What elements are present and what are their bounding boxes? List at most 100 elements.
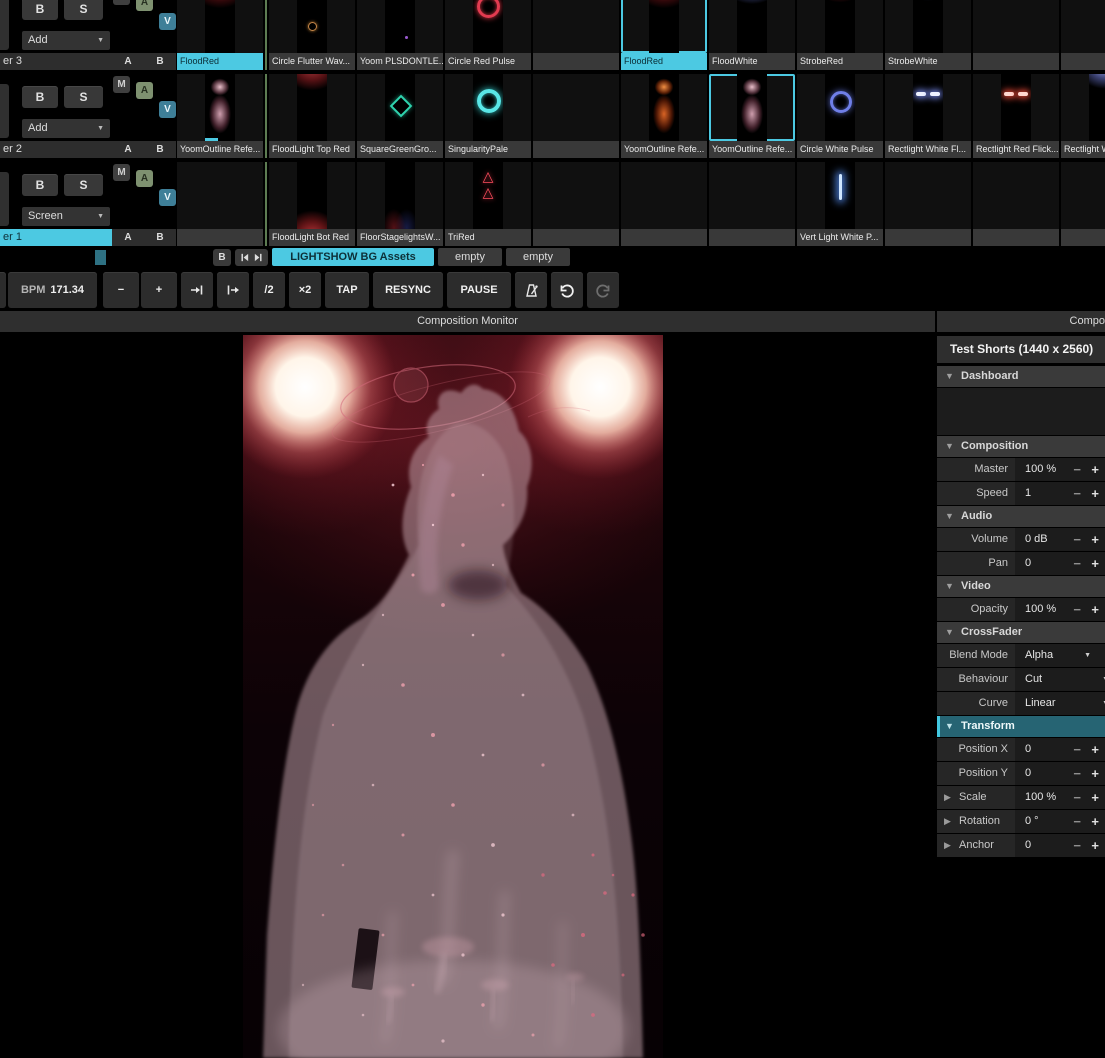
crossfader-a-button[interactable]: A [124, 141, 131, 158]
clip-cell[interactable]: TriRed [445, 162, 531, 246]
clip-thumbnail[interactable] [797, 74, 883, 141]
crossfader-b-button[interactable]: B [156, 141, 163, 158]
param-value[interactable]: Alpha ▼ [1015, 644, 1105, 667]
decrement-button[interactable]: − [1073, 738, 1081, 761]
layer-name[interactable]: er 2 [0, 141, 112, 158]
deck-tab-empty-2[interactable]: empty [506, 248, 570, 266]
clip-label[interactable] [973, 53, 1059, 70]
layer-master-toggle[interactable]: M [113, 164, 130, 181]
clip-thumbnail[interactable] [533, 0, 619, 53]
bpm-half-button[interactable]: /2 [253, 272, 285, 308]
triangle-right-icon[interactable]: ▶ [944, 810, 951, 833]
clip-thumbnail[interactable] [269, 162, 355, 229]
clip-thumbnail[interactable] [533, 74, 619, 141]
clip-cell[interactable] [973, 162, 1059, 246]
clip-cell[interactable] [973, 0, 1059, 70]
param-value[interactable]: 0 ° − + [1015, 810, 1105, 833]
clip-cell[interactable]: Circle Flutter Wav... [269, 0, 355, 70]
clip-thumbnail[interactable] [177, 74, 263, 141]
chevron-down-icon[interactable]: ▼ [1084, 644, 1091, 667]
layer-blend-dropdown[interactable]: Screen ▼ [22, 207, 110, 226]
layer-blend-dropdown[interactable]: Add ▼ [22, 31, 110, 50]
deck-tab-lightshow[interactable]: LIGHTSHOW BG Assets [272, 248, 434, 266]
layer-blend-dropdown[interactable]: Add ▼ [22, 119, 110, 138]
clip-label[interactable] [973, 229, 1059, 246]
layer-video-toggle[interactable]: V [159, 189, 176, 206]
clip-cell[interactable]: FloodRed [177, 0, 263, 70]
clip-label[interactable]: SingularityPale [445, 141, 531, 158]
section-header-composition[interactable]: ▼ Composition [937, 436, 1105, 457]
nudge-forward-button[interactable] [217, 272, 249, 308]
clip-thumbnail[interactable] [177, 0, 263, 53]
clip-cell[interactable] [533, 74, 619, 158]
increment-button[interactable]: + [1091, 552, 1099, 575]
clip-cell[interactable]: Vert Light White P... [797, 162, 883, 246]
triangle-right-icon[interactable]: ▶ [944, 834, 951, 857]
layer-master-toggle[interactable]: M [113, 0, 130, 5]
tap-tempo-button[interactable]: TAP [325, 272, 369, 308]
clip-cell[interactable] [1061, 0, 1105, 70]
clip-thumbnail[interactable] [621, 74, 707, 141]
increment-button[interactable]: + [1091, 786, 1099, 809]
clip-label[interactable]: FloodLight Bot Red [269, 229, 355, 246]
clip-thumbnail[interactable] [709, 74, 795, 141]
clip-thumbnail[interactable] [445, 162, 531, 229]
clip-thumbnail[interactable] [973, 0, 1059, 53]
crossfader-b-button[interactable]: B [156, 53, 163, 70]
nudge-back-button[interactable] [181, 272, 213, 308]
layer-bypass-button[interactable]: B [22, 86, 58, 108]
layer-master-toggle[interactable]: M [113, 76, 130, 93]
section-header-crossfader[interactable]: ▼ CrossFader [937, 622, 1105, 643]
clip-cell[interactable] [885, 162, 971, 246]
increment-button[interactable]: + [1091, 482, 1099, 505]
clip-label[interactable]: StrobeRed [797, 53, 883, 70]
increment-button[interactable]: + [1091, 598, 1099, 621]
clip-label[interactable] [1061, 229, 1105, 246]
beat-snap-button[interactable]: B [213, 249, 231, 266]
decrement-button[interactable]: − [1073, 528, 1081, 551]
layer-solo-button[interactable]: S [64, 0, 103, 20]
bpm-increase-button[interactable]: + [141, 272, 177, 308]
clip-thumbnail[interactable] [973, 74, 1059, 141]
clip-thumbnail[interactable] [709, 162, 795, 229]
param-value[interactable]: 0− + [1015, 834, 1105, 857]
increment-button[interactable]: + [1091, 762, 1099, 785]
param-value[interactable]: 0− + [1015, 552, 1105, 575]
clip-label[interactable]: TriRed [445, 229, 531, 246]
clip-label[interactable]: Rectlight White Fl... [885, 141, 971, 158]
deck-tab-empty-1[interactable]: empty [438, 248, 502, 266]
clip-thumbnail[interactable] [797, 0, 883, 53]
clip-cell[interactable]: FloodLight Bot Red [269, 162, 355, 246]
clip-cell[interactable] [177, 162, 263, 246]
clip-cell[interactable] [533, 0, 619, 70]
section-header-video[interactable]: ▼ Video [937, 576, 1105, 597]
metronome-button[interactable] [515, 272, 547, 308]
layer-solo-button[interactable]: S [64, 174, 103, 196]
clip-cell[interactable]: YoomOutline Refe... [621, 74, 707, 158]
clip-label[interactable] [177, 229, 263, 246]
clip-thumbnail[interactable] [885, 74, 971, 141]
clip-thumbnail[interactable] [357, 0, 443, 53]
layer-name[interactable]: er 1 [0, 229, 112, 246]
clip-label[interactable] [885, 229, 971, 246]
clip-label[interactable]: Circle White Pulse [797, 141, 883, 158]
param-value[interactable]: 1− + [1015, 482, 1105, 505]
clip-thumbnail[interactable] [797, 162, 883, 229]
clip-cell[interactable]: YoomOutline Refe... [709, 74, 795, 158]
crossfader-b-button[interactable]: B [156, 229, 163, 246]
clip-label[interactable]: Yoom PLSDONTLE... [357, 53, 443, 70]
clip-thumbnail[interactable] [357, 74, 443, 141]
clip-thumbnail[interactable] [1061, 162, 1105, 229]
undo-button[interactable] [551, 272, 583, 308]
redo-button[interactable] [587, 272, 619, 308]
clip-cell[interactable]: SingularityPale [445, 74, 531, 158]
clip-thumbnail[interactable] [445, 0, 531, 53]
clip-label[interactable] [621, 229, 707, 246]
clip-thumbnail[interactable] [621, 162, 707, 229]
param-value[interactable]: 100 % − + [1015, 598, 1105, 621]
clip-label[interactable]: Vert Light White P... [797, 229, 883, 246]
param-value[interactable]: 0 dB − + [1015, 528, 1105, 551]
layer-audio-toggle[interactable]: A [136, 170, 153, 187]
param-value[interactable]: Cut▼ [1015, 668, 1105, 691]
decrement-button[interactable]: − [1073, 482, 1081, 505]
